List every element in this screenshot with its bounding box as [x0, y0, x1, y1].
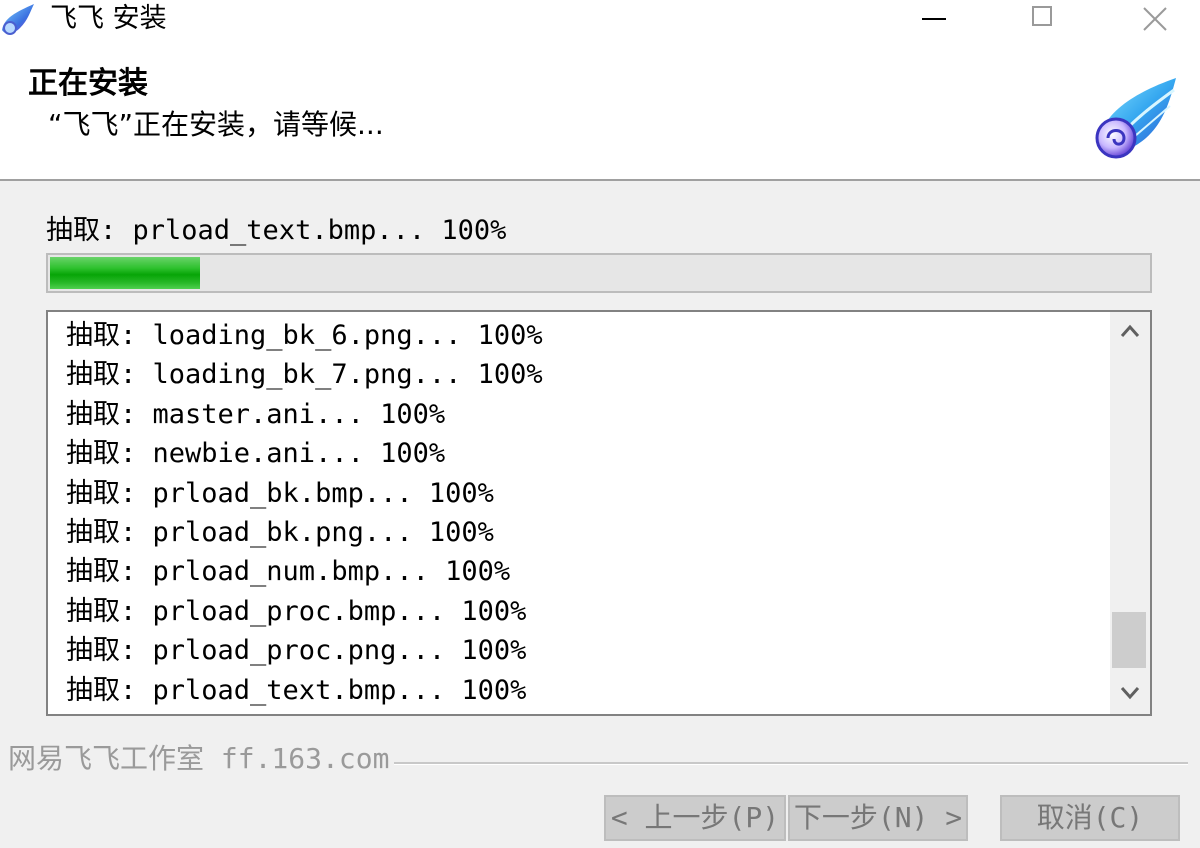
log-scrollbar[interactable]	[1110, 312, 1150, 714]
minimize-button[interactable]	[880, 0, 990, 40]
install-log[interactable]: 抽取: loading_bk_6.png... 100% 抽取: loading_…	[46, 310, 1152, 716]
title-bar: 飞飞 安装	[0, 0, 1200, 40]
chevron-up-icon	[1120, 324, 1140, 337]
scroll-up-button[interactable]	[1110, 312, 1150, 352]
wing-logo-icon	[2, 4, 34, 35]
close-icon	[1143, 7, 1167, 31]
current-status-text: 抽取: prload_text.bmp... 100%	[46, 215, 507, 246]
progress-fill	[50, 257, 200, 289]
log-item: 抽取: prload_num.bmp... 100%	[66, 556, 511, 588]
close-button[interactable]	[1100, 0, 1200, 40]
install-progress-bar	[46, 253, 1152, 293]
log-item: 抽取: loading_bk_6.png... 100%	[66, 320, 543, 351]
log-item: 抽取: prload_bk.bmp... 100%	[66, 477, 494, 509]
log-item: 抽取: loading_bk_7.png... 100%	[66, 359, 543, 391]
chevron-down-icon	[1120, 687, 1140, 700]
maximize-icon	[1032, 6, 1052, 26]
log-item: 抽取: prload_proc.bmp... 100%	[66, 595, 527, 627]
page-title: 正在安装	[28, 66, 148, 101]
scroll-down-button[interactable]	[1110, 674, 1150, 714]
log-item: 抽取: prload_proc.png... 100%	[66, 635, 527, 667]
window-title: 飞飞 安装	[50, 3, 167, 34]
installer-header: 正在安装 “飞飞”正在安装，请等候...	[0, 40, 1200, 181]
wing-logo-icon	[1095, 78, 1176, 159]
back-button[interactable]: < 上一步(P)	[604, 795, 786, 841]
log-item: 抽取: prload_text.bmp... 100%	[66, 674, 527, 706]
footer-divider	[394, 762, 1188, 765]
log-item: 抽取: master.ani... 100%	[66, 398, 446, 430]
brand-text: 网易飞飞工作室 ff.163.com	[8, 742, 390, 775]
log-list: 抽取: loading_bk_6.png... 100% 抽取: loading_…	[66, 316, 543, 710]
minimize-icon	[922, 18, 946, 20]
scroll-thumb[interactable]	[1112, 612, 1146, 668]
page-subtitle: “飞飞”正在安装，请等候...	[48, 108, 384, 141]
cancel-button[interactable]: 取消(C)	[1000, 795, 1180, 841]
log-item: 抽取: newbie.ani... 100%	[66, 438, 446, 470]
next-button[interactable]: 下一步(N) >	[788, 795, 968, 841]
maximize-button[interactable]	[990, 0, 1100, 40]
log-item: 抽取: prload_bk.png... 100%	[66, 516, 494, 548]
